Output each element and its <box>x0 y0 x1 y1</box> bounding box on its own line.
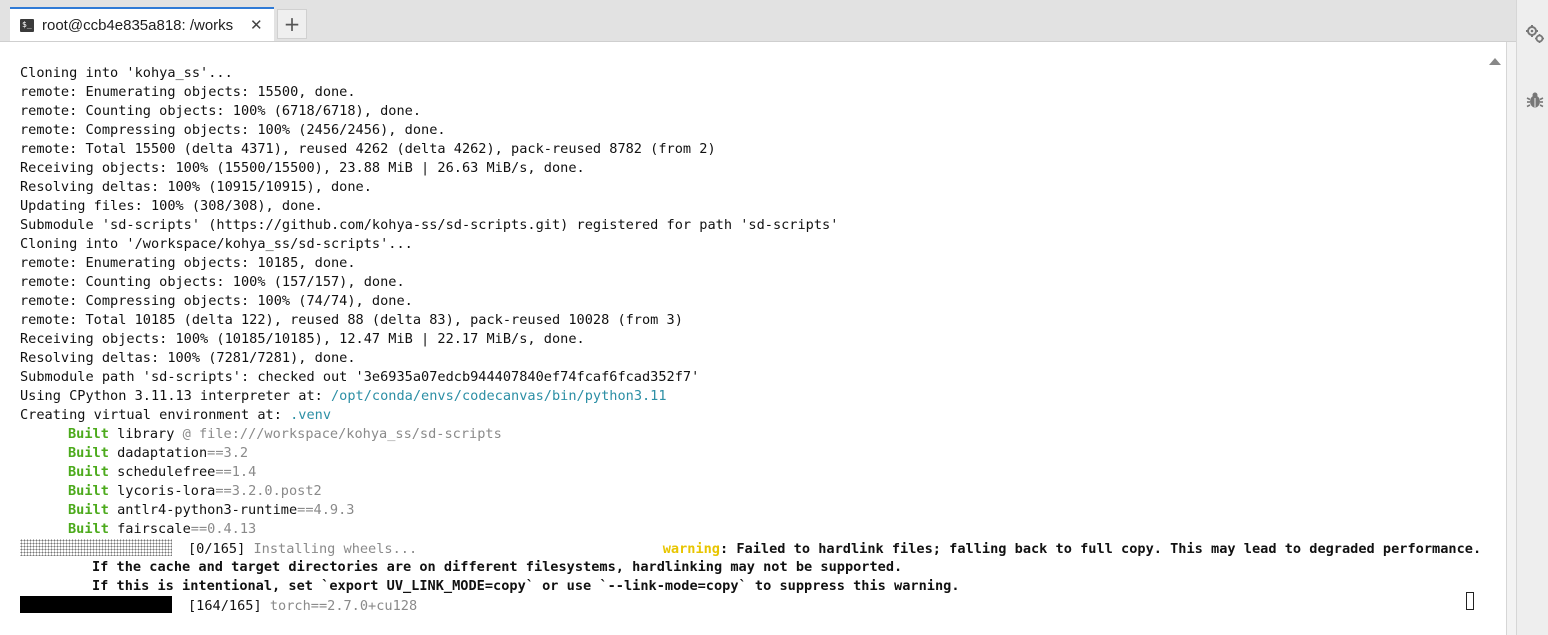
terminal-text-segment: Creating virtual environment at: <box>20 407 291 423</box>
terminal-text-segment: schedulefree <box>108 464 216 480</box>
terminal-line: Built lycoris-lora==3.2.0.post2 <box>20 482 1481 501</box>
settings-gears-icon[interactable] <box>1525 24 1545 44</box>
terminal-text-segment: remote: Enumerating objects: 10185, done… <box>20 255 356 271</box>
terminal-text-segment: remote: Total 10185 (delta 122), reused … <box>20 312 683 328</box>
terminal-line: Resolving deltas: 100% (7281/7281), done… <box>20 349 1481 368</box>
terminal-line: Built dadaptation==3.2 <box>20 444 1481 463</box>
terminal-line: Cloning into 'kohya_ss'... <box>20 64 1481 83</box>
terminal-line: remote: Counting objects: 100% (157/157)… <box>20 273 1481 292</box>
terminal-line: If the cache and target directories are … <box>20 558 1481 577</box>
terminal-cursor <box>1466 592 1474 610</box>
terminal-text-segment: Updating files: 100% (308/308), done. <box>20 198 323 214</box>
terminal-tab[interactable]: $_ root@ccb4e835a818: /works ✕ <box>10 7 274 41</box>
terminal-text-segment: /opt/conda/envs/codecanvas/bin/python3.1… <box>331 388 667 404</box>
terminal-text-segment: Built <box>68 426 109 442</box>
terminal-line: Resolving deltas: 100% (10915/10915), do… <box>20 178 1481 197</box>
tab-strip: $_ root@ccb4e835a818: /works ✕ + <box>0 0 1516 42</box>
terminal-line: Built fairscale==0.4.13 <box>20 520 1481 539</box>
terminal-line: Receiving objects: 100% (10185/10185), 1… <box>20 330 1481 349</box>
terminal-text-segment: ==3.2.0.post2 <box>215 483 322 499</box>
terminal-text-segment: antlr4-python3-runtime <box>108 502 298 518</box>
right-side-panel <box>1516 0 1548 635</box>
terminal-text-segment: remote: Compressing objects: 100% (2456/… <box>20 122 446 138</box>
terminal-line: remote: Counting objects: 100% (6718/671… <box>20 102 1481 121</box>
terminal-text-segment: Cloning into 'kohya_ss'... <box>20 65 233 81</box>
terminal-text-segment: Built <box>68 464 109 480</box>
terminal-text-segment: Built <box>68 521 109 537</box>
terminal-text-segment: Using CPython 3.11.13 interpreter at: <box>20 388 331 404</box>
terminal-text-segment: warning <box>662 541 720 557</box>
close-tab-icon[interactable]: ✕ <box>250 16 263 34</box>
terminal-text-segment: lycoris-lora <box>108 483 216 499</box>
terminal-text-segment: remote: Compressing objects: 100% (74/74… <box>20 293 413 309</box>
terminal-line: If this is intentional, set `export UV_L… <box>20 577 1481 596</box>
torch-progress-bar <box>20 596 172 613</box>
terminal-line: remote: Compressing objects: 100% (2456/… <box>20 121 1481 140</box>
terminal-text-segment: [164/165] <box>188 598 270 614</box>
terminal-text-segment: ==4.9.3 <box>297 502 355 518</box>
terminal-text-segment: Installing wheels... <box>253 541 418 557</box>
terminal-line: Using CPython 3.11.13 interpreter at: /o… <box>20 387 1481 406</box>
terminal-line: Built schedulefree==1.4 <box>20 463 1481 482</box>
terminal-line: [164/165] torch==2.7.0+cu128 <box>20 596 1481 615</box>
terminal-line: [0/165] Installing wheels... warning: Fa… <box>20 539 1481 558</box>
terminal-text-segment: ==1.4 <box>215 464 257 480</box>
debug-bug-icon[interactable] <box>1525 90 1545 110</box>
terminal-text-segment: @ file:///workspace/kohya_ss/sd-scripts <box>182 426 502 442</box>
tab-title: root@ccb4e835a818: /works <box>42 16 234 34</box>
terminal-line: remote: Compressing objects: 100% (74/74… <box>20 292 1481 311</box>
terminal-text-segment: Cloning into '/workspace/kohya_ss/sd-scr… <box>20 236 413 252</box>
wheels-progress-bar <box>20 539 172 556</box>
terminal-text-segment: Submodule path 'sd-scripts': checked out… <box>20 369 700 385</box>
terminal-text-segment: Built <box>68 445 109 461</box>
terminal-text-segment: Submodule 'sd-scripts' (https://github.c… <box>20 217 839 233</box>
terminal-line: Submodule 'sd-scripts' (https://github.c… <box>20 216 1481 235</box>
terminal-icon: $_ <box>20 18 34 32</box>
terminal-text-segment: torch==2.7.0+cu128 <box>269 598 418 614</box>
terminal-text-segment: .venv <box>290 407 331 423</box>
terminal-text-segment: Built <box>68 502 109 518</box>
scroll-up-arrow-icon[interactable] <box>1489 58 1501 65</box>
terminal-text-segment: [0/165] <box>188 541 254 557</box>
terminal-text-segment: ==0.4.13 <box>190 521 257 537</box>
terminal-text-segment: remote: Counting objects: 100% (6718/671… <box>20 103 422 119</box>
terminal-line: remote: Enumerating objects: 10185, done… <box>20 254 1481 273</box>
terminal-line: remote: Total 15500 (delta 4371), reused… <box>20 140 1481 159</box>
terminal-line: remote: Enumerating objects: 15500, done… <box>20 83 1481 102</box>
terminal-lines: Cloning into 'kohya_ss'... remote: Enumer… <box>20 64 1481 615</box>
terminal-text-segment: Resolving deltas: 100% (10915/10915), do… <box>20 179 372 195</box>
terminal-text-segment: ==3.2 <box>207 445 249 461</box>
terminal-text-segment: Receiving objects: 100% (15500/15500), 2… <box>20 160 585 176</box>
terminal-text-segment: library <box>108 426 183 442</box>
terminal-line: Cloning into '/workspace/kohya_ss/sd-scr… <box>20 235 1481 254</box>
terminal-line: Receiving objects: 100% (15500/15500), 2… <box>20 159 1481 178</box>
terminal-line: Submodule path 'sd-scripts': checked out… <box>20 368 1481 387</box>
terminal-text-segment: If the cache and target directories are … <box>92 559 903 575</box>
terminal-text-segment: remote: Counting objects: 100% (157/157)… <box>20 274 405 290</box>
terminal-line: remote: Total 10185 (delta 122), reused … <box>20 311 1481 330</box>
terminal-line: Updating files: 100% (308/308), done. <box>20 197 1481 216</box>
terminal-line: Built antlr4-python3-runtime==4.9.3 <box>20 501 1481 520</box>
terminal-text-segment: remote: Total 15500 (delta 4371), reused… <box>20 141 716 157</box>
terminal-text-segment: Resolving deltas: 100% (7281/7281), done… <box>20 350 356 366</box>
terminal-text-segment: remote: Enumerating objects: 15500, done… <box>20 84 356 100</box>
terminal-text-segment: Built <box>68 483 109 499</box>
terminal-text-segment: dadaptation <box>108 445 208 461</box>
terminal-output[interactable]: Cloning into 'kohya_ss'... remote: Enumer… <box>0 42 1507 635</box>
terminal-line: Built library @ file:///workspace/kohya_… <box>20 425 1481 444</box>
terminal-text-segment: fairscale <box>108 521 191 537</box>
terminal-text-segment: : Failed to hardlink files; falling back… <box>720 541 1482 557</box>
terminal-line: Creating virtual environment at: .venv <box>20 406 1481 425</box>
new-tab-button[interactable]: + <box>277 9 307 39</box>
terminal-text-segment: If this is intentional, set `export UV_L… <box>92 578 960 594</box>
terminal-text-segment: Receiving objects: 100% (10185/10185), 1… <box>20 331 585 347</box>
